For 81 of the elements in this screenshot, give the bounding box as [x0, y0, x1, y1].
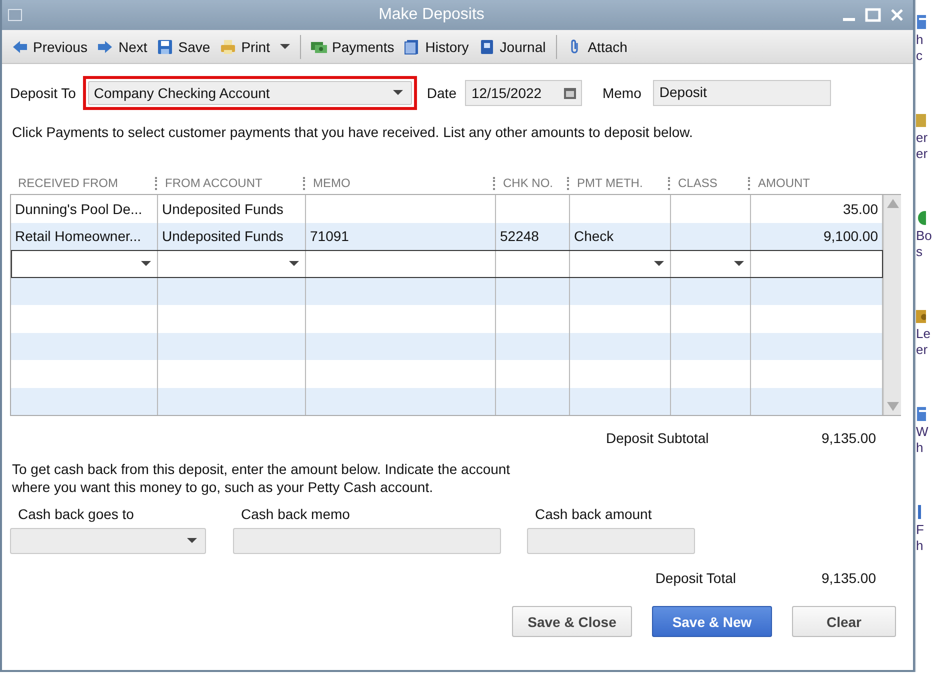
table-cell: Undeposited Funds — [162, 200, 284, 217]
window-title: Make Deposits — [378, 6, 486, 24]
table-cell: Undeposited Funds — [162, 228, 284, 244]
printer-icon — [220, 38, 236, 54]
account-dropdown[interactable]: Company Checking Account — [88, 81, 412, 105]
field-label: Date — [426, 85, 456, 101]
text-fragment: Le — [916, 326, 932, 342]
text-fragment: h — [916, 32, 924, 48]
toolbar-button[interactable]: Payments — [306, 36, 398, 58]
table-cell: 71091 — [310, 228, 349, 244]
instructions-text: Click Payments to select customer payments that you have received. List any other amounts to deposit below. — [12, 124, 694, 140]
action-button[interactable]: Clear — [792, 606, 896, 637]
document-icon — [916, 14, 926, 30]
field-label: Cash back memo — [240, 506, 351, 522]
column-header[interactable]: PMT METH. — [577, 176, 643, 190]
text-fragment: Bo — [916, 228, 933, 244]
right-arrow-icon — [97, 38, 114, 54]
total-value: 9,135.00 — [820, 570, 876, 586]
toolbar-button[interactable]: Next — [93, 36, 152, 58]
toolbar-button[interactable]: Save — [153, 36, 214, 58]
toolbar-button[interactable]: Previous — [8, 36, 92, 58]
maximize-icon[interactable] — [865, 8, 881, 22]
table-cell: Retail Homeowner... — [15, 228, 142, 244]
column-header[interactable]: MEMO — [313, 176, 350, 190]
text-fragment: c — [916, 48, 924, 64]
text-fragment: er — [916, 342, 929, 358]
dropdown-caret-icon — [392, 90, 403, 96]
text-fragment: h — [916, 440, 924, 456]
dropdown-caret-icon — [187, 538, 197, 544]
action-button[interactable]: Save & Close — [512, 606, 632, 637]
column-header[interactable]: AMOUNT — [758, 176, 810, 190]
dropdown-caret-icon — [289, 260, 299, 267]
folder-icon — [916, 112, 926, 128]
close-icon[interactable] — [889, 8, 905, 22]
toolbar-button[interactable]: History — [400, 36, 473, 58]
table-cell: 52248 — [500, 228, 539, 244]
field-label: Deposit To — [10, 85, 76, 101]
box-icon — [916, 308, 926, 324]
column-header[interactable]: RECEIVED FROM — [18, 176, 118, 190]
text-fragment: F — [916, 522, 925, 538]
memo-field[interactable]: Deposit — [653, 80, 832, 106]
text-fragment: er — [916, 130, 929, 146]
dropdown-caret-icon — [141, 260, 151, 267]
total-label: Deposit Total — [654, 570, 737, 586]
book-icon — [478, 38, 495, 54]
field-label: Memo — [602, 85, 642, 101]
cash-back-note: To get cash back from this deposit, enter the amount below. Indicate the account where you want this money to go, such as your Petty Cash account. — [12, 460, 512, 496]
primary-button[interactable]: Save & New — [652, 606, 772, 637]
system-menu-icon[interactable] — [8, 9, 22, 21]
scrollbar[interactable] — [883, 195, 901, 415]
table-cell: Dunning's Pool De... — [15, 200, 142, 217]
column-header[interactable]: CHK NO. — [503, 176, 554, 190]
table-cell: Check — [574, 228, 614, 244]
subtotal-label: Deposit Subtotal — [606, 430, 710, 446]
toolbar-button[interactable]: Print — [216, 36, 274, 58]
document-icon — [404, 38, 420, 54]
date-field[interactable]: 12/15/2022 — [465, 80, 582, 106]
scroll-down-icon[interactable] — [886, 402, 898, 411]
field-label: Cash back amount — [534, 506, 653, 522]
toolbar-button[interactable]: Attach — [562, 36, 632, 58]
account-dropdown[interactable] — [10, 528, 206, 554]
text-fragment: h — [916, 538, 924, 554]
calendar-icon[interactable] — [564, 87, 576, 99]
dropdown-caret-icon — [280, 44, 290, 50]
left-arrow-icon — [12, 38, 28, 54]
table-cell: 35.00 — [842, 200, 878, 217]
table-cell: 9,100.00 — [824, 228, 878, 244]
amount-field[interactable] — [527, 528, 695, 554]
scroll-up-icon[interactable] — [886, 199, 898, 208]
field-label: Cash back goes to — [17, 506, 135, 522]
document-icon — [916, 406, 926, 422]
dropdown-caret-icon — [654, 260, 664, 267]
text-fragment: s — [916, 244, 924, 260]
subtotal-value: 9,135.00 — [820, 430, 876, 446]
column-header[interactable]: CLASS — [678, 176, 718, 190]
toolbar-button[interactable]: Journal — [474, 36, 550, 58]
memo-field[interactable] — [233, 528, 501, 554]
text-fragment: W — [916, 424, 930, 440]
text-fragment: er — [916, 146, 929, 162]
column-header[interactable]: FROM ACCOUNT — [165, 176, 262, 190]
dropdown-caret-icon — [734, 260, 744, 267]
